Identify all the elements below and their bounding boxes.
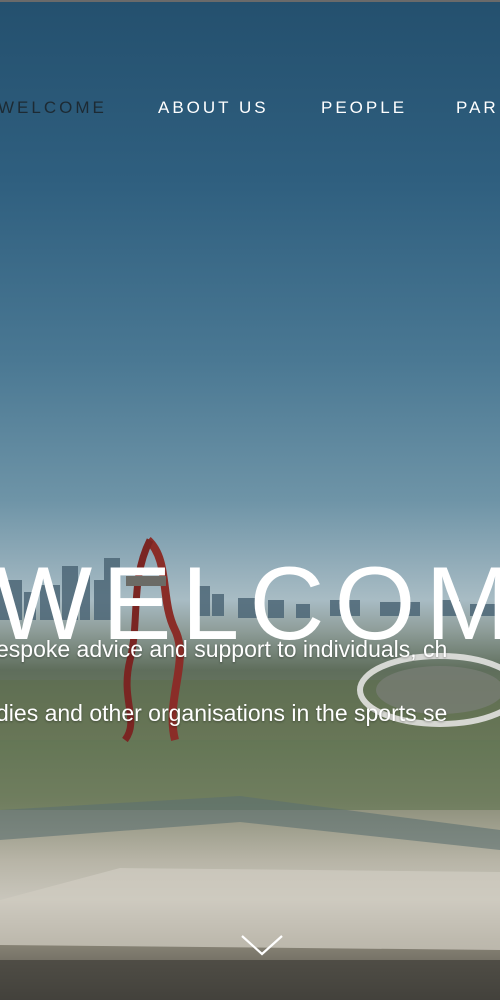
chevron-down-icon[interactable] [240, 932, 284, 960]
hero-background [0, 0, 500, 1000]
nav-item-welcome[interactable]: WELCOME [0, 98, 107, 118]
nav-item-people[interactable]: PEOPLE [321, 98, 407, 118]
nav-item-about-us[interactable]: ABOUT US [158, 98, 269, 118]
nav-item-partial[interactable]: PAR [456, 98, 499, 118]
cityscape-image [0, 537, 500, 1000]
top-border [0, 0, 500, 2]
hero-tagline-line1: espoke advice and support to individuals… [0, 636, 448, 662]
main-nav: WELCOME ABOUT US PEOPLE PAR [0, 98, 500, 122]
hero-tagline-line2: dies and other organisations in the spor… [0, 700, 448, 726]
